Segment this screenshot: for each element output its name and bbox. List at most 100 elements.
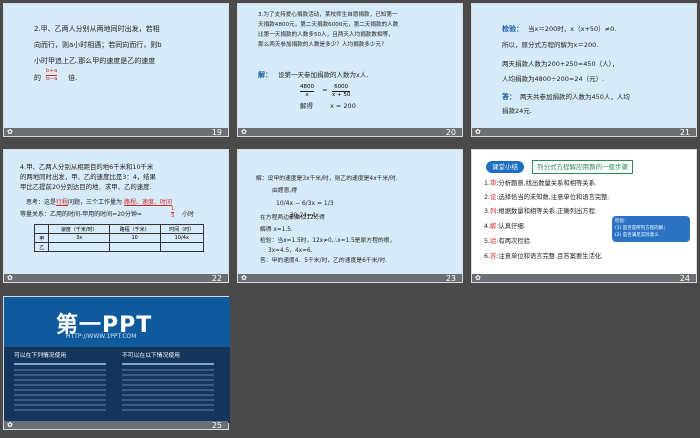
allowed-title: 可以在下列情况使用 <box>14 353 67 359</box>
step-5: 5.验:有两次检验. <box>484 236 532 247</box>
eq-left-num: 4800 <box>300 84 314 92</box>
eq-right-num: 6000 <box>332 84 351 92</box>
step-3: 3.列:根据数量和相等关系,正确列出方程. <box>484 206 597 217</box>
think-line: 思考：这是行程问题，三个工作量为 路程、速度、时间 <box>26 197 172 208</box>
equation-left-fraction: 4800 x <box>300 84 314 99</box>
step-text: :有两次检验. <box>496 238 532 245</box>
think-middle: 问题，三个工作量为 <box>68 199 123 206</box>
table-header-cell: 时间（时） <box>159 224 205 234</box>
slide-footer: ✿ <box>4 421 228 429</box>
answer-label: 解： <box>258 71 272 79</box>
slide-footer: ✿ <box>4 128 228 136</box>
check-text: 当x＝200时，x（x+50）≠0. <box>528 25 617 33</box>
main-equation: 10/4x − 6/3x = 1/3 <box>276 200 334 207</box>
average-line: 人均捐款为4800÷200=24（元）. <box>502 75 605 83</box>
slide-footer: ✿ <box>4 274 228 282</box>
slide-19-line-3: 小时甲追上乙.那么甲的速度是乙的速度 <box>34 57 156 65</box>
slide-number: 25 <box>211 421 222 430</box>
equation-right-fraction: 6000 x + 50 <box>332 84 351 99</box>
slide-footer: ✿ <box>238 128 462 136</box>
slide-19-line-1: 2.甲、乙两人分别从两地同时出发，若相 <box>34 25 160 33</box>
slide-19-line-2: 向而行，则a小时相遇；若同向而行，则b <box>34 41 162 49</box>
step-6: 6.答:注意单位和语言完整.且答案要生活化. <box>484 251 603 262</box>
table-cell: 乙 <box>33 242 50 252</box>
eq-frac-den: 3 <box>171 213 175 219</box>
table-cell: 甲 <box>33 233 50 243</box>
by-meaning-line: 由题意,得 <box>272 188 298 194</box>
forbidden-list <box>122 369 214 413</box>
table-cell <box>159 242 205 252</box>
table-row: 乙 <box>33 242 205 252</box>
slide-21[interactable]: 检验： 当x＝200时，x（x+50）≠0. 所以，原分式方程的解为x＝200.… <box>471 3 697 137</box>
callout-title: 检验： <box>615 219 629 224</box>
fraction-numerator: b+a <box>46 68 58 76</box>
step-text: :认真仔细. <box>496 223 526 230</box>
equivalence-unit: 小时 <box>182 211 195 218</box>
multiply-line: 在方程两边都乘以12x,得 <box>260 215 325 221</box>
table-cell <box>48 242 110 252</box>
slide-number: 21 <box>679 128 690 137</box>
slide-footer: ✿ <box>472 128 696 136</box>
equals-sign: = <box>322 86 328 94</box>
slide-number: 22 <box>211 274 222 283</box>
summary-heading: 列分式方程解应用题的一般步骤 <box>532 160 633 174</box>
step-2: 2.设:选择恰当的未知数,注意单位和语言完整. <box>484 192 609 203</box>
slide-footer: ✿ <box>238 274 462 282</box>
fraction: b+a b−a <box>46 68 58 83</box>
think-prefix: 思考：这是 <box>26 199 57 206</box>
slide-23[interactable]: 解：设甲的速度是3x千米/时，则乙的速度是4x千米/时. 由题意,得 10/4x… <box>237 149 463 283</box>
slide-22-line-2: 的两地同时出发，甲、乙的速度比是3：4，结果 <box>20 173 156 181</box>
slide-footer: ✿ <box>472 274 696 282</box>
callout-line: (2) 是否满足实际意义. <box>615 233 661 238</box>
table-cell: 10 <box>108 233 161 243</box>
star-icon: ✿ <box>7 421 13 429</box>
step-text: :选择恰当的未知数,注意单位和语言完整. <box>496 194 610 201</box>
equivalence-fraction: 1 3 <box>171 206 175 219</box>
table-cell: 3x <box>48 233 110 243</box>
slide-22[interactable]: 4.甲、乙两人分别从相距目的地6千米和10千米 的两地同时出发，甲、乙的速度比是… <box>3 149 229 283</box>
table-header-cell <box>33 224 50 234</box>
solve-line: 解得 x=1.5. <box>260 227 293 233</box>
slide-number: 23 <box>445 274 456 283</box>
answer-text: 设第一天参加捐款的人数为x人. <box>278 71 369 79</box>
slide-20-line-1: 3.为了支持爱心捐款活动，某校师生自愿捐款，已知第一 <box>258 12 398 18</box>
star-icon: ✿ <box>241 274 247 282</box>
slide-number: 20 <box>445 128 456 137</box>
think-keyword: 行程 <box>56 199 69 206</box>
slide-number: 24 <box>679 274 690 283</box>
table-header-cell: 速度（千米/时） <box>48 224 110 234</box>
slide-20-line-3: 比第一天捐款的人数多50人，且两天人均捐款数相等， <box>258 32 394 38</box>
slide-20[interactable]: 3.为了支持爱心捐款活动，某校师生自愿捐款，已知第一 天捐款4800元，第二天捐… <box>237 3 463 137</box>
solve-value: x = 200 <box>330 102 356 110</box>
solution-line: 所以，原分式方程的解为x＝200. <box>502 41 599 49</box>
usage-panel: 可以在下列情况使用 不可以在以下情况使用 <box>4 347 230 423</box>
eq-frac-num: 1 <box>171 206 175 213</box>
divider <box>14 363 106 365</box>
answer-text-2: 捐款24元. <box>502 107 532 115</box>
equivalence-line: 等量关系：乙用的时间-甲用的时间=20分钟= <box>20 211 142 218</box>
slide-19[interactable]: 2.甲、乙两人分别从两地同时出发，若相 向而行，则a小时相遇；若同向而行，则b … <box>3 3 229 137</box>
step-4: 4.解:认真仔细. <box>484 221 526 232</box>
divider <box>122 363 214 365</box>
table-cell <box>108 242 161 252</box>
answer-line: 答：甲的速度4．5千米/时，乙的速度是6千米/时. <box>260 258 387 264</box>
slide-22-line-1: 4.甲、乙两人分别从相距目的地6千米和10千米 <box>20 163 154 171</box>
fraction-denominator: b−a <box>46 76 58 82</box>
slide-25[interactable]: 第一PPT HTTP://WWW.1PPT.COM 可以在下列情况使用 不可以在… <box>3 296 230 430</box>
data-table: 速度（千米/时） 路程（千米） 时间（时） 甲 3x 10 10/4x 乙 <box>33 224 205 252</box>
star-icon: ✿ <box>241 128 247 136</box>
brand-banner: 第一PPT HTTP://WWW.1PPT.COM <box>4 297 230 347</box>
step-1: 1.审:分析题意,找出数量关系和相等关系. <box>484 178 597 189</box>
slide-24[interactable]: 课堂小结 列分式方程解应用题的一般步骤 1.审:分析题意,找出数量关系和相等关系… <box>471 149 697 283</box>
think-terms: 路程、速度、时间 <box>124 199 173 206</box>
star-icon: ✿ <box>475 274 481 282</box>
step-text: :根据数量和相等关系,正确列出方程. <box>496 208 597 215</box>
slide-19-line-5: 倍. <box>68 74 78 82</box>
star-icon: ✿ <box>7 128 13 136</box>
brand-url: HTTP://WWW.1PPT.COM <box>66 333 137 340</box>
table-cell: 10/4x <box>159 233 205 243</box>
solve-label: 解得 <box>300 102 313 110</box>
check-label: 检验： <box>502 25 523 33</box>
slide-19-line-4: 的 <box>34 74 41 82</box>
solution-intro: 解：设甲的速度是3x千米/时，则乙的速度是4x千米/时. <box>256 176 398 182</box>
